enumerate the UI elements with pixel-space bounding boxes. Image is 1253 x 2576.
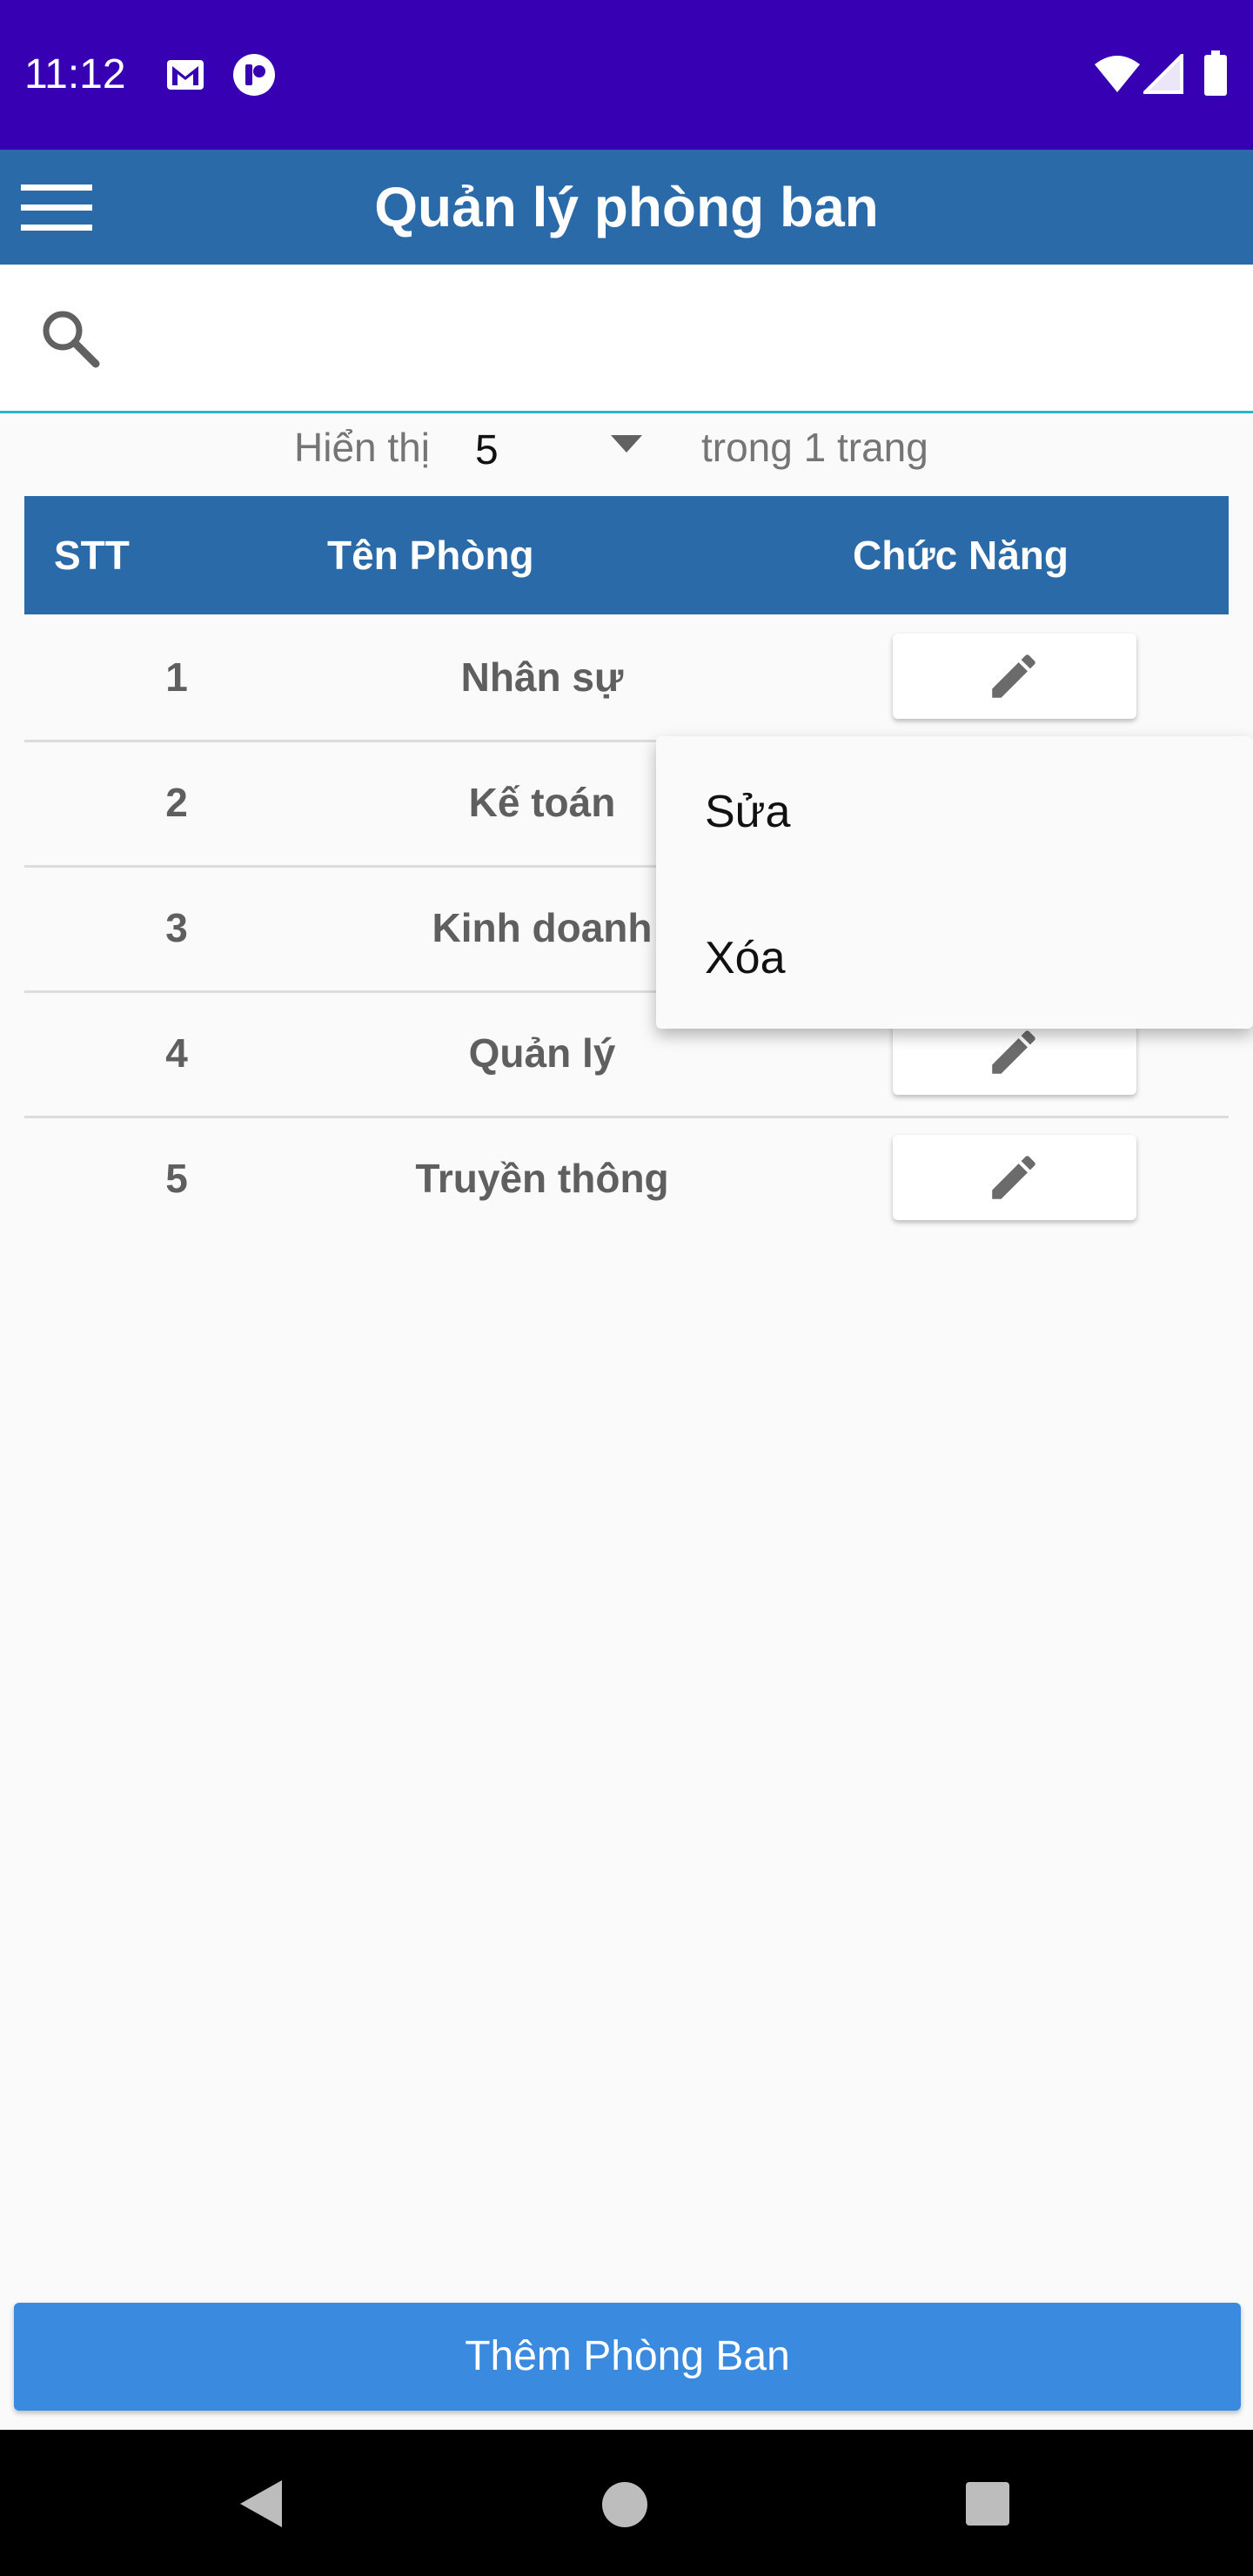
edit-button[interactable] (893, 1135, 1136, 1220)
table-row: 1 Nhân sự (24, 614, 1229, 742)
header-actions: Chức Năng (853, 533, 1069, 578)
row-index: 2 (165, 780, 188, 825)
status-time: 11:12 (24, 51, 126, 97)
back-icon[interactable] (235, 2477, 289, 2531)
header-department-name: Tên Phòng (327, 533, 534, 578)
gmail-icon (167, 60, 204, 90)
department-name: Truyền thông (415, 1156, 669, 1201)
menu-item-edit[interactable]: Sửa (705, 782, 790, 842)
wifi-icon (1095, 56, 1140, 92)
dropdown-arrow-icon[interactable] (609, 433, 644, 454)
table-row: 5 Truyền thông (24, 1116, 1229, 1241)
page-count-label: trong 1 trang (701, 425, 928, 470)
pencil-edit-icon (992, 654, 1035, 698)
add-department-label[interactable]: Thêm Phòng Ban (14, 2303, 1241, 2411)
page-size-label: Hiển thị (294, 425, 430, 470)
edit-button[interactable] (893, 634, 1136, 719)
search-input[interactable] (122, 287, 1222, 385)
action-popup-menu: Sửa Xóa (656, 736, 1253, 1029)
department-name: Quản lý (468, 1030, 616, 1076)
header-stt: STT (54, 533, 130, 578)
pencil-edit-icon (992, 1030, 1035, 1074)
pencil-edit-icon (992, 1156, 1035, 1199)
battery-icon (1204, 50, 1227, 96)
page-size-value: 5 (475, 427, 499, 473)
search-icon (43, 311, 100, 368)
menu-item-delete[interactable]: Xóa (705, 928, 786, 989)
row-index: 5 (165, 1156, 188, 1201)
signal-icon (1143, 54, 1183, 94)
app-notification-icon (233, 54, 275, 96)
recents-icon[interactable] (964, 2480, 1011, 2527)
department-name: Nhân sự (460, 654, 624, 700)
row-index: 1 (165, 654, 188, 700)
row-index: 4 (165, 1030, 188, 1076)
home-icon[interactable] (600, 2480, 649, 2529)
row-index: 3 (165, 905, 188, 950)
page-title: Quản lý phòng ban (374, 176, 879, 238)
